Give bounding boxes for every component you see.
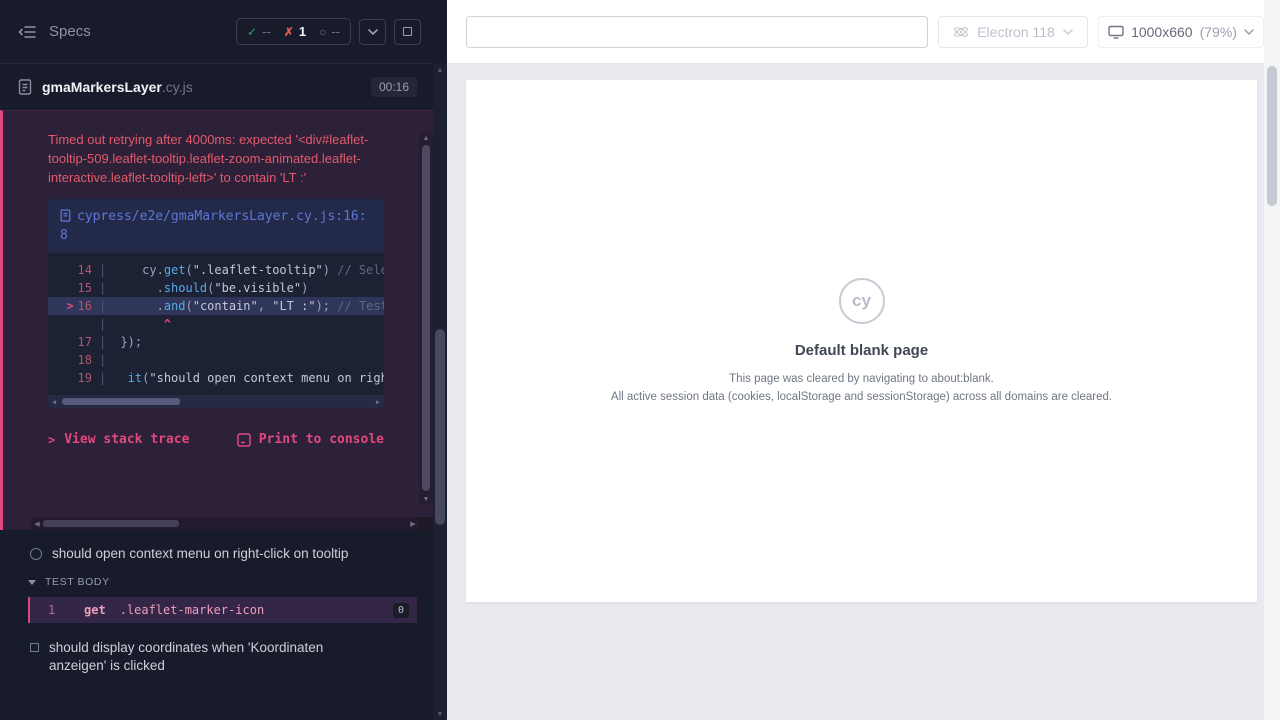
test-pending-icon bbox=[30, 643, 39, 652]
reporter-header: Specs ✓ -- ✗ 1 ○ -- bbox=[0, 0, 433, 64]
code-frame-file: cypress/e2e/gmaMarkersLayer.cy.js:16:8 bbox=[60, 209, 367, 243]
code-line: | ^ bbox=[48, 315, 384, 333]
stat-passed: ✓ -- bbox=[247, 24, 271, 39]
spec-extension: .cy.js bbox=[162, 79, 193, 95]
aut-iframe: cy Default blank page This page was clea… bbox=[466, 80, 1257, 602]
code-line: 14| cy.get(".leaflet-tooltip") // Select bbox=[48, 261, 384, 279]
collapse-all-button[interactable] bbox=[359, 19, 386, 45]
reporter-scrollbar-column: ▲ ▼ bbox=[433, 0, 447, 720]
error-vertical-scrollbar[interactable]: ▲ ▼ bbox=[419, 133, 433, 504]
failed-attempt-block: Timed out retrying after 4000ms: expecte… bbox=[0, 110, 433, 530]
scroll-down-arrow[interactable]: ▼ bbox=[433, 708, 447, 720]
scroll-right-arrow[interactable]: ▶ bbox=[372, 395, 384, 408]
scrollbar-thumb[interactable] bbox=[422, 145, 430, 491]
stop-square-icon bbox=[403, 27, 412, 36]
cypress-logo-text: cy bbox=[852, 291, 871, 311]
pending-count: -- bbox=[331, 24, 340, 39]
specs-menu-icon[interactable] bbox=[18, 25, 36, 39]
code-frame-file-link[interactable]: cypress/e2e/gmaMarkersLayer.cy.js:16:8 bbox=[48, 199, 384, 253]
specs-title: Specs bbox=[49, 23, 91, 40]
code-line: 15| .should("be.visible") bbox=[48, 279, 384, 297]
spec-row[interactable]: gmaMarkersLayer.cy.js 00:16 bbox=[0, 64, 433, 110]
electron-icon bbox=[953, 24, 969, 40]
chevron-down-icon bbox=[28, 580, 36, 585]
scroll-left-arrow[interactable]: ◀ bbox=[31, 517, 43, 530]
print-to-console-label: Print to console bbox=[259, 432, 384, 447]
spec-name: gmaMarkersLayer bbox=[42, 79, 162, 95]
code-line: 17| }); bbox=[48, 333, 384, 351]
passed-count: -- bbox=[262, 24, 271, 39]
test-body-toggle[interactable]: TEST BODY bbox=[0, 567, 433, 595]
command-number: 1 bbox=[30, 603, 84, 617]
browser-selector[interactable]: Electron 118 bbox=[938, 16, 1088, 48]
stat-failed: ✗ 1 bbox=[284, 24, 306, 39]
spec-duration-badge: 00:16 bbox=[371, 77, 417, 97]
viewport-scale: (79%) bbox=[1200, 24, 1237, 40]
viewport-selector[interactable]: 1000x660 (79%) bbox=[1098, 16, 1264, 48]
aut-background: cy Default blank page This page was clea… bbox=[447, 64, 1264, 720]
test-title: should display coordinates when 'Koordin… bbox=[49, 639, 363, 675]
url-input[interactable] bbox=[466, 16, 928, 48]
scroll-left-arrow[interactable]: ◀ bbox=[48, 395, 60, 408]
scroll-up-arrow[interactable]: ▲ bbox=[419, 133, 433, 143]
test-title: should open context menu on right-click … bbox=[52, 546, 348, 561]
scrollbar-thumb[interactable] bbox=[43, 520, 179, 527]
code-line: 18| bbox=[48, 351, 384, 369]
code-line: >16| .and("contain", "LT :"); // Test bbox=[48, 297, 384, 315]
scrollbar-corner bbox=[419, 517, 433, 530]
view-stack-trace-link[interactable]: View stack trace bbox=[64, 432, 189, 447]
chevron-down-icon bbox=[368, 29, 378, 35]
codeframe-horizontal-scrollbar[interactable]: ◀ ▶ bbox=[48, 395, 384, 408]
command-target: .leaflet-marker-icon bbox=[120, 603, 265, 617]
code-frame: cypress/e2e/gmaMarkersLayer.cy.js:16:8 1… bbox=[48, 199, 384, 408]
test-processing-icon bbox=[30, 548, 42, 560]
chevron-right-icon: > bbox=[48, 433, 55, 447]
console-icon bbox=[237, 433, 251, 447]
reporter-panel: Specs ✓ -- ✗ 1 ○ -- gm bbox=[0, 0, 433, 720]
scroll-up-arrow[interactable]: ▲ bbox=[433, 64, 447, 76]
error-horizontal-scrollbar[interactable]: ◀ ▶ bbox=[31, 517, 419, 530]
viewport-size: 1000x660 bbox=[1131, 24, 1193, 40]
command-method: get bbox=[84, 603, 106, 617]
error-message: Timed out retrying after 4000ms: expecte… bbox=[48, 130, 386, 187]
scrollbar-thumb[interactable] bbox=[435, 329, 445, 525]
code-line: 19| it("should open context menu on righ… bbox=[48, 369, 384, 387]
x-icon: ✗ bbox=[284, 25, 294, 39]
chevron-down-icon bbox=[1244, 29, 1254, 35]
codeframe-lines: 14| cy.get(".leaflet-tooltip") // Select… bbox=[48, 253, 384, 387]
stop-button[interactable] bbox=[394, 19, 421, 45]
viewport-icon bbox=[1108, 25, 1124, 39]
error-links-row: > View stack trace Print to console bbox=[48, 432, 384, 447]
test-stats: ✓ -- ✗ 1 ○ -- bbox=[236, 18, 351, 45]
stat-pending: ○ -- bbox=[319, 24, 340, 39]
chevron-down-icon bbox=[1063, 29, 1073, 35]
blank-page-line2: All active session data (cookies, localS… bbox=[611, 390, 1112, 405]
browser-toolbar: Electron 118 1000x660 (79%) bbox=[447, 0, 1264, 64]
command-badge: 0 bbox=[393, 603, 409, 618]
test-item-coordinates[interactable]: should display coordinates when 'Koordin… bbox=[0, 623, 433, 681]
test-body-label: TEST BODY bbox=[45, 576, 110, 588]
browser-label: Electron 118 bbox=[977, 24, 1055, 40]
blank-page-title: Default blank page bbox=[795, 342, 928, 359]
scrollbar-thumb[interactable] bbox=[1267, 66, 1277, 206]
page-vertical-scrollbar[interactable] bbox=[1264, 0, 1280, 720]
spec-file-icon bbox=[18, 79, 32, 95]
scroll-right-arrow[interactable]: ▶ bbox=[407, 517, 419, 530]
scroll-down-arrow[interactable]: ▼ bbox=[419, 494, 433, 504]
check-icon: ✓ bbox=[247, 25, 257, 39]
print-to-console-link[interactable]: Print to console bbox=[237, 432, 384, 447]
test-item-context-menu[interactable]: should open context menu on right-click … bbox=[0, 530, 433, 567]
reporter-vertical-scrollbar[interactable]: ▲ ▼ bbox=[433, 64, 447, 720]
blank-page-line1: This page was cleared by navigating to a… bbox=[729, 372, 994, 387]
cypress-logo: cy bbox=[839, 278, 885, 324]
scrollbar-thumb[interactable] bbox=[62, 398, 180, 405]
pending-circle-icon: ○ bbox=[319, 25, 326, 39]
command-row-get[interactable]: 1 get .leaflet-marker-icon 0 bbox=[28, 597, 417, 623]
failed-count: 1 bbox=[299, 24, 306, 39]
